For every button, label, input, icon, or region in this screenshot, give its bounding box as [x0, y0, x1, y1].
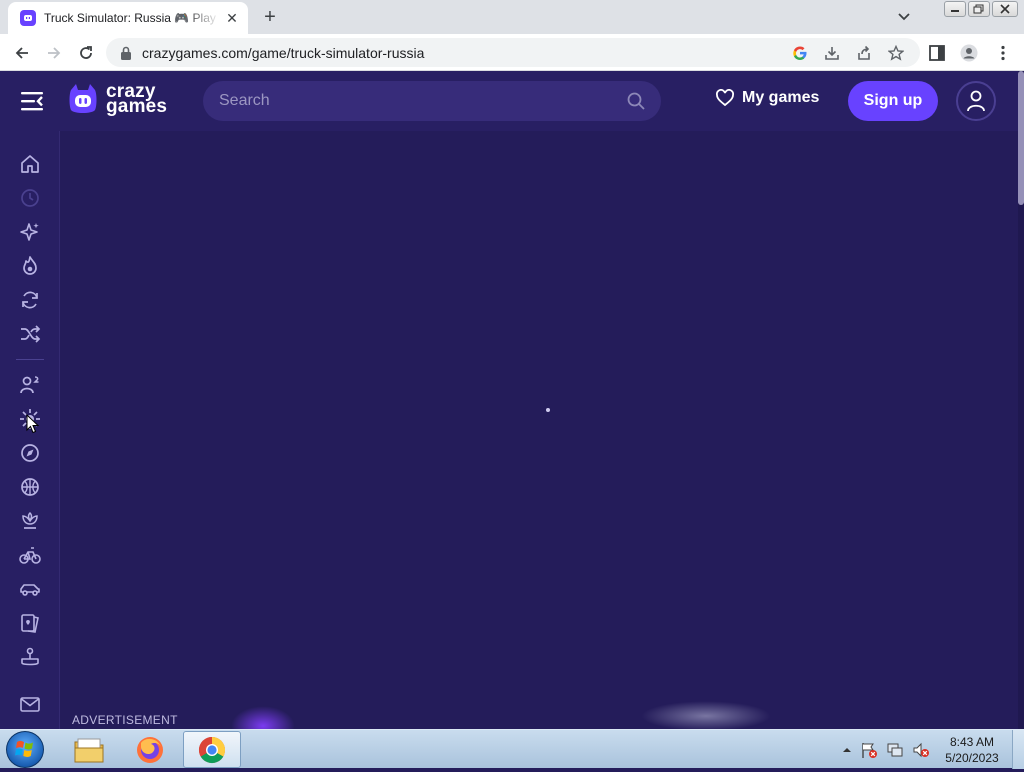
ad-banner-art: [641, 701, 771, 731]
site-header: crazy games My games Sign up: [0, 71, 1018, 131]
game-loading-area[interactable]: ADVERTISEMENT: [61, 131, 1018, 746]
tab-search-icon[interactable]: [894, 8, 914, 26]
action-center-flag-icon[interactable]: [860, 741, 878, 759]
browser-tab[interactable]: Truck Simulator: Russia 🎮 Play Truck Sim…: [8, 2, 248, 34]
window-close-icon[interactable]: [992, 1, 1018, 17]
tab-close-icon[interactable]: ✕: [224, 10, 240, 26]
google-icon[interactable]: [792, 45, 808, 61]
basketball-icon[interactable]: [19, 476, 41, 498]
show-desktop-button[interactable]: [1012, 730, 1024, 769]
beauty-icon[interactable]: [19, 510, 41, 532]
search-box: [203, 81, 661, 121]
back-arrow-icon[interactable]: [11, 42, 33, 64]
windows-taskbar: 8:43 AM 5/20/2023: [0, 729, 1024, 769]
search-input[interactable]: [219, 81, 619, 121]
volume-muted-icon[interactable]: [912, 741, 930, 759]
logo-mark-icon: [69, 84, 97, 113]
new-icon[interactable]: [19, 221, 41, 243]
new-tab-button[interactable]: +: [258, 6, 282, 28]
start-button[interactable]: [6, 731, 44, 768]
collapse-menu-icon[interactable]: [20, 90, 44, 112]
mouse-cursor-icon: [26, 414, 40, 434]
taskbar-chrome[interactable]: [183, 731, 241, 768]
browser-tabstrip: Truck Simulator: Russia 🎮 Play Truck Sim…: [0, 0, 1024, 34]
tab-title: Truck Simulator: Russia 🎮 Play Truck Sim…: [44, 11, 220, 25]
controller-icon[interactable]: [19, 646, 41, 668]
advertisement-label: ADVERTISEMENT: [72, 713, 178, 727]
chrome-icon: [198, 736, 226, 763]
trending-icon[interactable]: [19, 255, 41, 277]
restore-icon[interactable]: [968, 1, 990, 17]
browser-toolbar: crazygames.com/game/truck-simulator-russ…: [0, 34, 1024, 71]
user-profile-button[interactable]: [956, 81, 996, 121]
logo-text: crazy games: [106, 82, 168, 117]
card-icon[interactable]: [19, 612, 41, 634]
profile-avatar-icon[interactable]: [960, 44, 978, 62]
adventure-icon[interactable]: [19, 442, 41, 464]
address-bar[interactable]: crazygames.com/game/truck-simulator-russ…: [106, 38, 920, 67]
folder-icon: [74, 738, 104, 762]
bookmark-star-icon[interactable]: [888, 45, 904, 61]
my-games-link[interactable]: My games: [716, 89, 819, 107]
share-icon[interactable]: [856, 45, 872, 61]
taskbar-file-explorer[interactable]: [60, 731, 118, 768]
updated-icon[interactable]: [19, 289, 41, 311]
firefox-icon: [137, 736, 163, 763]
clock-time: 8:43 AM: [949, 735, 995, 749]
user-icon: [967, 90, 985, 112]
logo-line-2: games: [106, 96, 168, 117]
crazygames-favicon-icon: [20, 10, 36, 26]
window-controls: [944, 1, 1018, 17]
network-icon[interactable]: [886, 741, 904, 759]
mail-icon[interactable]: [19, 693, 41, 715]
loading-spinner: [546, 408, 550, 412]
sidebar-divider: [16, 359, 44, 360]
car-icon[interactable]: [19, 578, 41, 600]
clock-date: 5/20/2023: [945, 751, 999, 765]
lock-icon: [121, 46, 131, 60]
minimize-icon[interactable]: [944, 1, 966, 17]
search-icon[interactable]: [627, 92, 645, 110]
two-player-icon[interactable]: [19, 374, 41, 396]
recent-icon[interactable]: [19, 187, 41, 209]
side-panel-icon[interactable]: [928, 44, 946, 62]
crazygames-logo[interactable]: crazy games: [68, 82, 167, 116]
install-app-icon[interactable]: [824, 45, 840, 61]
system-clock[interactable]: 8:43 AM 5/20/2023: [940, 734, 1004, 766]
taskbar-firefox[interactable]: [121, 731, 179, 768]
show-hidden-icons-icon[interactable]: [842, 745, 852, 755]
forward-arrow-icon[interactable]: [43, 42, 65, 64]
signup-button[interactable]: Sign up: [848, 81, 938, 121]
home-icon[interactable]: [19, 153, 41, 175]
reload-icon[interactable]: [75, 42, 97, 64]
bike-icon[interactable]: [19, 544, 41, 566]
system-tray: [842, 730, 930, 769]
scrollbar-thumb[interactable]: [1018, 71, 1024, 205]
heart-icon: [716, 89, 734, 107]
my-games-label: My games: [742, 89, 820, 106]
page-scrollbar[interactable]: [1018, 71, 1024, 729]
windows-logo-icon: [15, 740, 33, 757]
url-text: crazygames.com/game/truck-simulator-russ…: [142, 45, 425, 61]
browser-menu-icon[interactable]: [994, 44, 1012, 62]
random-icon[interactable]: [19, 323, 41, 345]
